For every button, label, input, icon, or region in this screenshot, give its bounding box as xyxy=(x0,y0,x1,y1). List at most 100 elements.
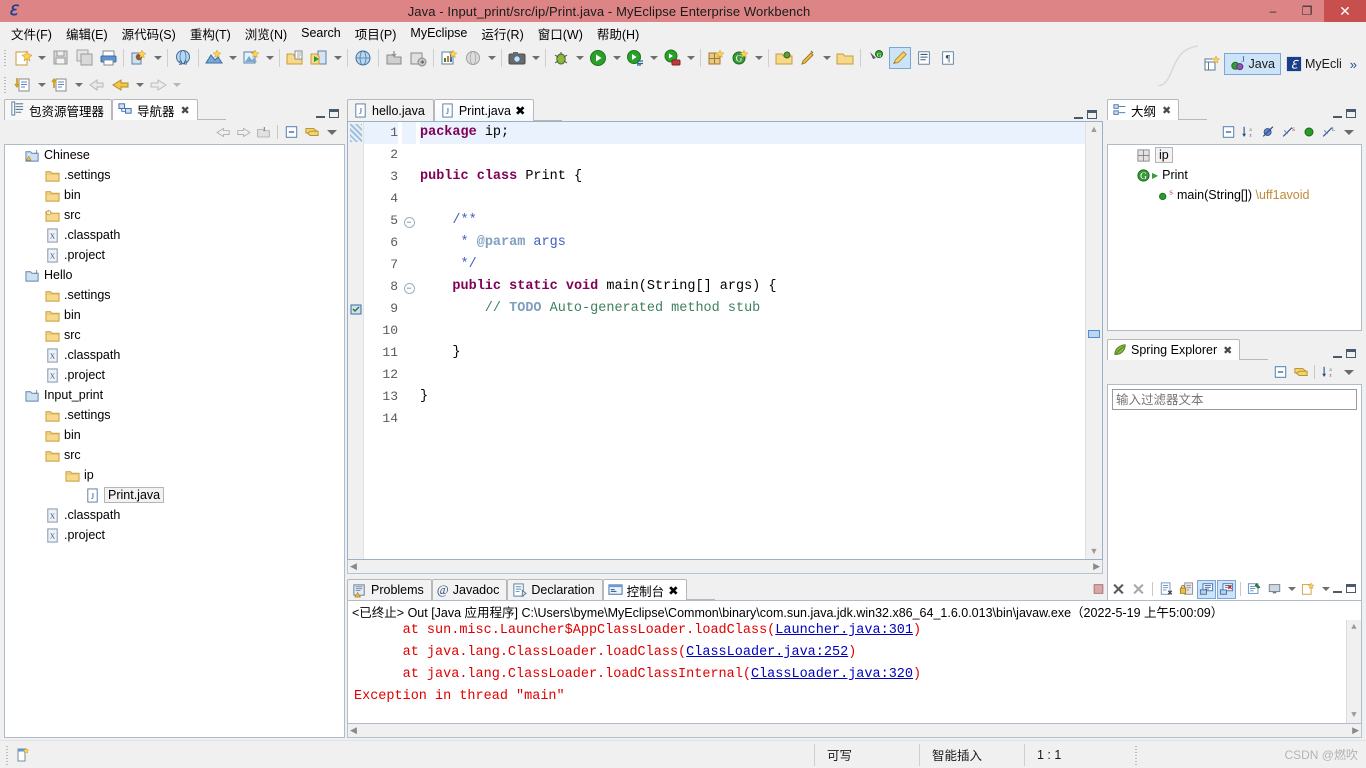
search-button[interactable] xyxy=(797,47,819,69)
run-external-tools-button[interactable] xyxy=(661,47,683,69)
open-console-dropdown[interactable] xyxy=(1319,578,1332,600)
tree-node[interactable]: J Input_print xyxy=(5,385,344,405)
display-console-dropdown[interactable] xyxy=(1285,578,1298,600)
editor-tab-1[interactable]: J Print.java ✖ xyxy=(433,99,535,121)
link-with-editor-icon[interactable] xyxy=(1291,363,1310,382)
debug-button[interactable] xyxy=(550,47,572,69)
tree-node[interactable]: X .classpath xyxy=(5,505,344,525)
editor-code[interactable]: package ip; public class Print { /** * @… xyxy=(416,122,1085,559)
new-java-ee-project-button[interactable] xyxy=(128,47,150,69)
perspective-overflow-chevron[interactable]: » xyxy=(1347,57,1360,72)
editor-vertical-scrollbar[interactable]: ▲ ▼ xyxy=(1085,122,1102,559)
todo-marker[interactable] xyxy=(348,298,363,320)
tree-node[interactable]: bin xyxy=(5,305,344,325)
code-line[interactable] xyxy=(420,364,1085,386)
open-console-icon[interactable] xyxy=(1299,580,1318,599)
outline-node[interactable]: ip xyxy=(1108,145,1361,165)
display-selected-console-icon[interactable] xyxy=(1265,580,1284,599)
back-button[interactable] xyxy=(110,74,132,96)
code-line[interactable]: package ip; xyxy=(420,122,1085,144)
stacktrace-link[interactable]: ClassLoader.java:252 xyxy=(686,645,848,660)
collapse-all-icon[interactable] xyxy=(1271,363,1290,382)
next-edit-button[interactable] xyxy=(49,74,71,96)
view-menu-icon[interactable] xyxy=(1339,363,1358,382)
menu-run[interactable]: 运行(R) xyxy=(474,22,530,45)
new-java-ee-dropdown[interactable] xyxy=(151,47,164,69)
tab-spring-explorer[interactable]: Spring Explorer ✖ xyxy=(1107,339,1241,360)
scroll-up-arrow[interactable]: ▲ xyxy=(1090,122,1099,137)
tree-node[interactable]: X .project xyxy=(5,365,344,385)
open-file-button[interactable] xyxy=(284,47,306,69)
console-horizontal-scrollbar[interactable]: ◀ ▶ xyxy=(347,724,1362,738)
console-minimize-icon[interactable] xyxy=(1333,584,1342,593)
save-button[interactable] xyxy=(49,47,71,69)
outline-maximize-icon[interactable] xyxy=(1346,109,1356,118)
console-output-line[interactable]: at sun.misc.Launcher$AppClassLoader.load… xyxy=(348,620,1361,642)
overview-ruler-mark[interactable] xyxy=(1088,330,1100,338)
maximize-button[interactable]: ❐ xyxy=(1290,0,1324,22)
show-whitespace-button[interactable] xyxy=(913,47,935,69)
hide-fields-icon[interactable] xyxy=(1259,123,1278,142)
code-line[interactable]: /** xyxy=(420,210,1085,232)
sort-icon[interactable]: az xyxy=(1239,123,1258,142)
tree-node[interactable]: ip xyxy=(5,465,344,485)
previous-edit-dropdown[interactable] xyxy=(35,74,48,96)
fold-toggle[interactable]: − xyxy=(402,210,416,232)
view-menu-icon[interactable] xyxy=(1339,123,1358,142)
project-tree[interactable]: J Chinese .settings bin! src X .classpath X .pro… xyxy=(4,144,345,738)
toolbar-grip-2[interactable] xyxy=(2,74,9,95)
tree-node[interactable]: bin xyxy=(5,185,344,205)
perspective-myeclipse-button[interactable]: ℇ MyEcli xyxy=(1281,53,1347,75)
save-all-button[interactable] xyxy=(73,47,95,69)
clear-console-icon[interactable] xyxy=(1157,580,1176,599)
back-arrow-icon[interactable] xyxy=(214,123,233,142)
debug-dropdown[interactable] xyxy=(573,47,586,69)
minimize-button[interactable]: – xyxy=(1256,0,1290,22)
code-line[interactable] xyxy=(420,188,1085,210)
caret-marker[interactable] xyxy=(348,122,363,144)
toolbar-grip[interactable] xyxy=(2,47,9,68)
tab-outline[interactable]: 大纲 ✖ xyxy=(1107,99,1180,120)
forward-dropdown[interactable] xyxy=(170,74,183,96)
console-scroll-down-arrow[interactable]: ▼ xyxy=(1351,708,1356,723)
snapshot-dropdown[interactable] xyxy=(529,47,542,69)
close-button[interactable]: ✕ xyxy=(1324,0,1366,22)
view-menu-icon[interactable] xyxy=(322,123,341,142)
tree-node[interactable]: J Print.java xyxy=(5,485,344,505)
console-tab-1[interactable]: @ Javadoc xyxy=(431,579,508,600)
go-up-icon[interactable] xyxy=(254,123,273,142)
import-button[interactable] xyxy=(383,47,405,69)
tree-node[interactable]: J Hello xyxy=(5,265,344,285)
fold-toggle[interactable]: − xyxy=(402,276,416,298)
tree-node[interactable]: J Chinese xyxy=(5,145,344,165)
sort-icon[interactable]: az xyxy=(1319,363,1338,382)
editor-tab-0[interactable]: Jhello.java xyxy=(347,99,434,121)
back-dim-button[interactable] xyxy=(86,74,108,96)
deploy-button[interactable] xyxy=(240,47,262,69)
globe-dim-button[interactable] xyxy=(462,47,484,69)
console-hscroll-left-arrow[interactable]: ◀ xyxy=(350,725,357,736)
hide-local-icon[interactable]: L xyxy=(1319,123,1338,142)
editor-maximize-icon[interactable] xyxy=(1087,110,1097,119)
tree-node[interactable]: bin xyxy=(5,425,344,445)
outline-minimize-icon[interactable] xyxy=(1333,109,1342,118)
outline-node[interactable]: Smain(String[]) \uff1avoid xyxy=(1108,185,1361,205)
globe-dim-dropdown[interactable] xyxy=(485,47,498,69)
new-wizard-dropdown[interactable] xyxy=(35,47,48,69)
tab-explorer-0[interactable]: 包资源管理器 xyxy=(4,99,113,120)
collapse-all-icon[interactable] xyxy=(282,123,301,142)
editor-marker-gutter[interactable] xyxy=(348,122,364,559)
tab-spring-close-icon[interactable]: ✖ xyxy=(1223,344,1232,357)
explorer-minimize-icon[interactable] xyxy=(316,109,325,118)
menu-help[interactable]: 帮助(H) xyxy=(590,22,646,45)
new-class-dropdown[interactable] xyxy=(752,47,765,69)
code-line[interactable]: public class Print { xyxy=(420,166,1085,188)
console-tab-2[interactable]: Declaration xyxy=(507,579,603,600)
globe-browser-button[interactable] xyxy=(352,47,374,69)
editor-fold-column[interactable]: − − xyxy=(402,122,416,559)
open-type-button[interactable] xyxy=(773,47,795,69)
code-line[interactable] xyxy=(420,408,1085,430)
console-hscroll-right-arrow[interactable]: ▶ xyxy=(1352,725,1359,736)
tree-node[interactable]: .settings xyxy=(5,405,344,425)
new-package-button[interactable] xyxy=(705,47,727,69)
